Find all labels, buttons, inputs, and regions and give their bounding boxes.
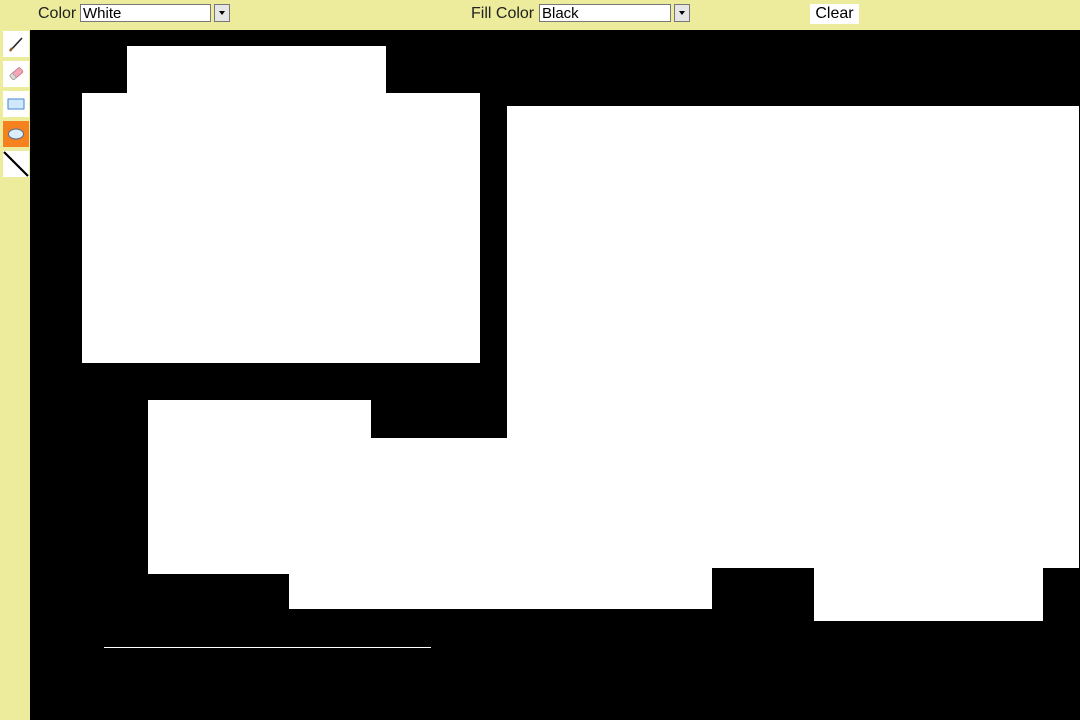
drawn-rectangle <box>148 400 371 574</box>
ellipse-icon <box>8 128 24 140</box>
drawing-canvas[interactable] <box>30 30 1080 720</box>
fill-color-select-value: Black <box>542 5 579 22</box>
color-label: Color <box>38 5 77 22</box>
brush-icon <box>9 37 23 52</box>
rectangle-icon <box>7 98 25 110</box>
chevron-down-icon[interactable] <box>214 4 230 22</box>
tool-line[interactable] <box>3 151 29 177</box>
chevron-down-icon[interactable] <box>674 4 690 22</box>
fill-color-label: Fill Color <box>471 5 535 22</box>
color-select[interactable]: White <box>80 4 230 22</box>
toolbar: Color White Fill Color Black Clear <box>0 0 1080 30</box>
drawn-rectangle <box>371 438 511 574</box>
tool-eraser[interactable] <box>3 61 29 87</box>
drawn-rectangle <box>82 93 480 363</box>
line-icon <box>3 151 29 177</box>
fill-color-select[interactable]: Black <box>539 4 690 22</box>
drawn-rectangle <box>289 567 712 609</box>
drawn-rectangle <box>814 567 1043 621</box>
drawn-line <box>104 647 431 648</box>
eraser-icon <box>9 67 24 81</box>
drawn-rectangle <box>507 106 1079 568</box>
tool-ellipse[interactable] <box>3 121 29 147</box>
tool-rectangle[interactable] <box>3 91 29 117</box>
tool-palette <box>0 30 30 720</box>
drawn-rectangle <box>127 46 386 93</box>
tool-brush[interactable] <box>3 31 29 57</box>
color-select-value: White <box>83 5 122 22</box>
clear-button[interactable]: Clear <box>810 4 859 24</box>
